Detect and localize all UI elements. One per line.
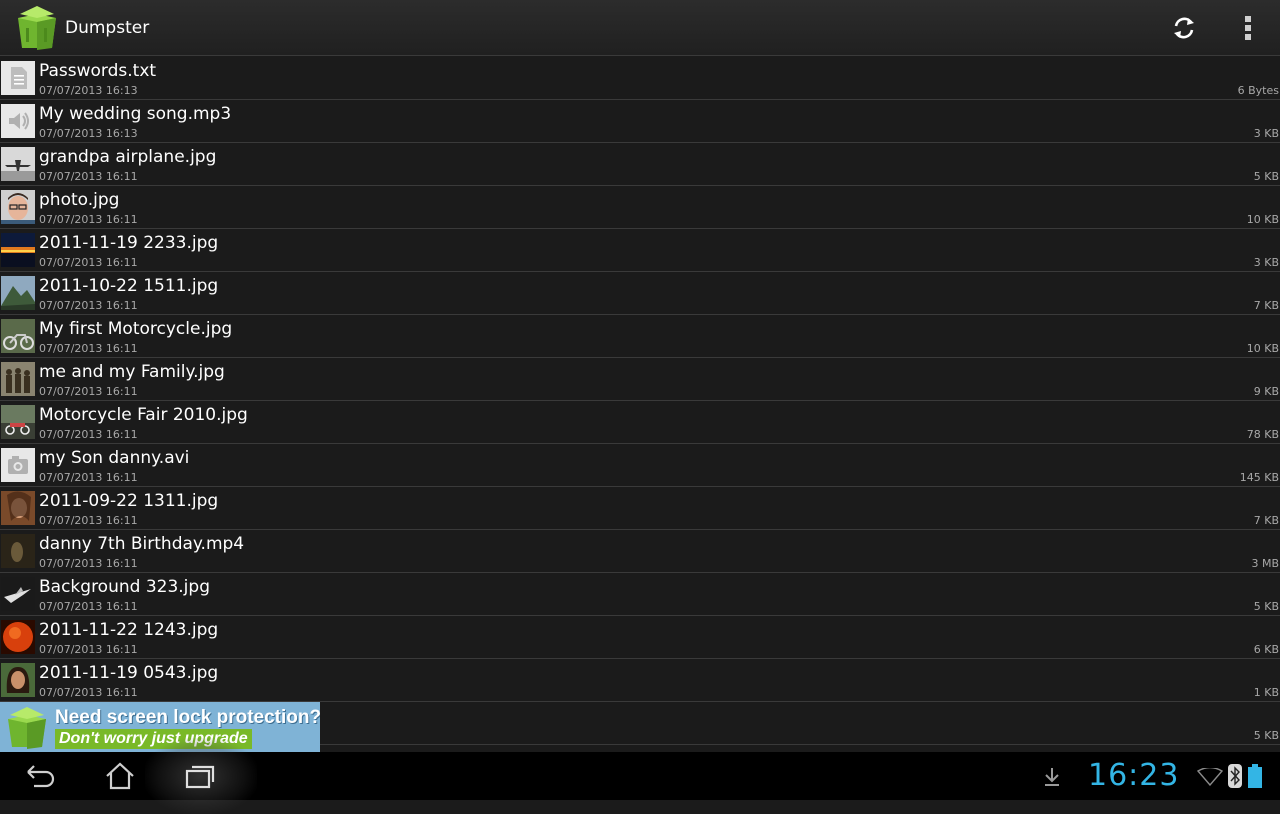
- file-name: 2011-11-19 2233.jpg: [39, 233, 219, 253]
- video-file-icon: [1, 448, 35, 482]
- file-list-item[interactable]: My wedding song.mp3 07/07/2013 16:13 3 K…: [0, 100, 1280, 143]
- file-list-item[interactable]: Motorcycle Fair 2010.jpg 07/07/2013 16:1…: [0, 401, 1280, 444]
- action-bar: Dumpster: [0, 0, 1280, 56]
- file-date: 07/07/2013 16:11: [39, 471, 138, 484]
- file-size: 5 KB: [1253, 170, 1279, 183]
- file-name: My wedding song.mp3: [39, 104, 232, 124]
- image-thumbnail: [1, 190, 35, 224]
- file-list-item[interactable]: me and my Family.jpg 07/07/2013 16:11 9 …: [0, 358, 1280, 401]
- file-size: 6 KB: [1253, 643, 1279, 656]
- file-name: Passwords.txt: [39, 61, 157, 81]
- file-list-item[interactable]: 2011-11-19 0543.jpg 07/07/2013 16:11 1 K…: [0, 659, 1280, 702]
- audio-file-icon: [1, 104, 35, 138]
- file-size: 3 KB: [1253, 127, 1279, 140]
- image-thumbnail: [1, 577, 35, 611]
- file-list-item[interactable]: grandpa airplane.jpg 07/07/2013 16:11 5 …: [0, 143, 1280, 186]
- file-date: 07/07/2013 16:13: [39, 84, 138, 97]
- status-clock[interactable]: 16:23: [1088, 758, 1179, 793]
- file-name: me and my Family.jpg: [39, 362, 225, 382]
- home-icon: [106, 762, 134, 790]
- file-date: 07/07/2013 16:13: [39, 127, 138, 140]
- file-date: 07/07/2013 16:11: [39, 342, 138, 355]
- image-thumbnail: [1, 534, 35, 568]
- file-date: 07/07/2013 16:11: [39, 643, 138, 656]
- text-file-icon: [1, 61, 35, 95]
- file-list-item[interactable]: Background 323.jpg 07/07/2013 16:11 5 KB: [0, 573, 1280, 616]
- wifi-icon: [1196, 766, 1224, 790]
- dumpster-ad-icon: [4, 705, 50, 752]
- file-size: 5 KB: [1253, 729, 1279, 742]
- file-name: 2011-10-22 1511.jpg: [39, 276, 219, 296]
- file-size: 145 KB: [1239, 471, 1279, 484]
- file-list-item[interactable]: Passwords.txt 07/07/2013 16:13 6 Bytes: [0, 57, 1280, 100]
- image-thumbnail: [1, 147, 35, 181]
- file-size: 10 KB: [1246, 213, 1279, 226]
- home-button[interactable]: [90, 756, 150, 796]
- file-name: 2011-09-22 1311.jpg: [39, 491, 219, 511]
- file-list-item[interactable]: 2011-09-22 1311.jpg 07/07/2013 16:11 7 K…: [0, 487, 1280, 530]
- file-name: my Son danny.avi: [39, 448, 190, 468]
- battery-icon: [1248, 764, 1262, 792]
- file-name: danny 7th Birthday.mp4: [39, 534, 245, 554]
- file-size: 1 KB: [1253, 686, 1279, 699]
- file-list-item[interactable]: my Son danny.avi 07/07/2013 16:11 145 KB: [0, 444, 1280, 487]
- file-list-item[interactable]: 2011-10-22 1511.jpg 07/07/2013 16:11 7 K…: [0, 272, 1280, 315]
- file-list-item[interactable]: 2011-11-19 2233.jpg 07/07/2013 16:11 3 K…: [0, 229, 1280, 272]
- image-thumbnail: [1, 663, 35, 697]
- image-thumbnail: [1, 491, 35, 525]
- image-thumbnail: [1, 362, 35, 396]
- file-list-item[interactable]: My first Motorcycle.jpg 07/07/2013 16:11…: [0, 315, 1280, 358]
- file-size: 6 Bytes: [1237, 84, 1279, 97]
- file-size: 78 KB: [1246, 428, 1279, 441]
- image-thumbnail: [1, 276, 35, 310]
- file-date: 07/07/2013 16:11: [39, 256, 138, 269]
- file-date: 07/07/2013 16:11: [39, 385, 138, 398]
- file-name: Background 323.jpg: [39, 577, 210, 597]
- back-icon: [27, 765, 55, 788]
- app-title: Dumpster: [65, 18, 150, 38]
- recent-apps-icon: [185, 765, 215, 789]
- download-notification-icon[interactable]: [1041, 766, 1063, 792]
- file-date: 07/07/2013 16:11: [39, 213, 138, 226]
- file-size: 7 KB: [1253, 514, 1279, 527]
- file-size: 10 KB: [1246, 342, 1279, 355]
- image-thumbnail: [1, 233, 35, 267]
- recent-apps-button[interactable]: [170, 756, 230, 796]
- file-name: photo.jpg: [39, 190, 120, 210]
- file-list-item[interactable]: photo.jpg 07/07/2013 16:11 10 KB: [0, 186, 1280, 229]
- file-name: Motorcycle Fair 2010.jpg: [39, 405, 248, 425]
- file-list-item[interactable]: danny 7th Birthday.mp4 07/07/2013 16:11 …: [0, 530, 1280, 573]
- ad-headline: Need screen lock protection?: [55, 707, 320, 728]
- file-date: 07/07/2013 16:11: [39, 170, 138, 183]
- file-date: 07/07/2013 16:11: [39, 299, 138, 312]
- back-button[interactable]: [10, 756, 70, 796]
- file-name: 2011-11-19 0543.jpg: [39, 663, 219, 683]
- file-date: 07/07/2013 16:11: [39, 600, 138, 613]
- file-name: grandpa airplane.jpg: [39, 147, 217, 167]
- file-size: 7 KB: [1253, 299, 1279, 312]
- file-size: 3 MB: [1251, 557, 1279, 570]
- system-navigation-bar: 16:23: [0, 738, 1280, 814]
- file-name: My first Motorcycle.jpg: [39, 319, 233, 339]
- file-date: 07/07/2013 16:11: [39, 514, 138, 527]
- file-size: 3 KB: [1253, 256, 1279, 269]
- file-list-item[interactable]: 2011-11-22 1243.jpg 07/07/2013 16:11 6 K…: [0, 616, 1280, 659]
- bluetooth-icon: [1228, 764, 1242, 792]
- image-thumbnail: [1, 620, 35, 654]
- overflow-menu-button[interactable]: [1228, 8, 1268, 48]
- file-date: 07/07/2013 16:11: [39, 686, 138, 699]
- file-date: 07/07/2013 16:11: [39, 428, 138, 441]
- dumpster-logo-icon[interactable]: [14, 4, 60, 52]
- file-size: 5 KB: [1253, 600, 1279, 613]
- image-thumbnail: [1, 405, 35, 439]
- refresh-button[interactable]: [1164, 8, 1204, 48]
- file-name: 2011-11-22 1243.jpg: [39, 620, 219, 640]
- deleted-files-list: Passwords.txt 07/07/2013 16:13 6 Bytes M…: [0, 57, 1280, 749]
- file-size: 9 KB: [1253, 385, 1279, 398]
- image-thumbnail: [1, 319, 35, 353]
- overflow-menu-icon: [1245, 16, 1251, 40]
- refresh-icon: [1174, 17, 1194, 39]
- file-date: 07/07/2013 16:11: [39, 557, 138, 570]
